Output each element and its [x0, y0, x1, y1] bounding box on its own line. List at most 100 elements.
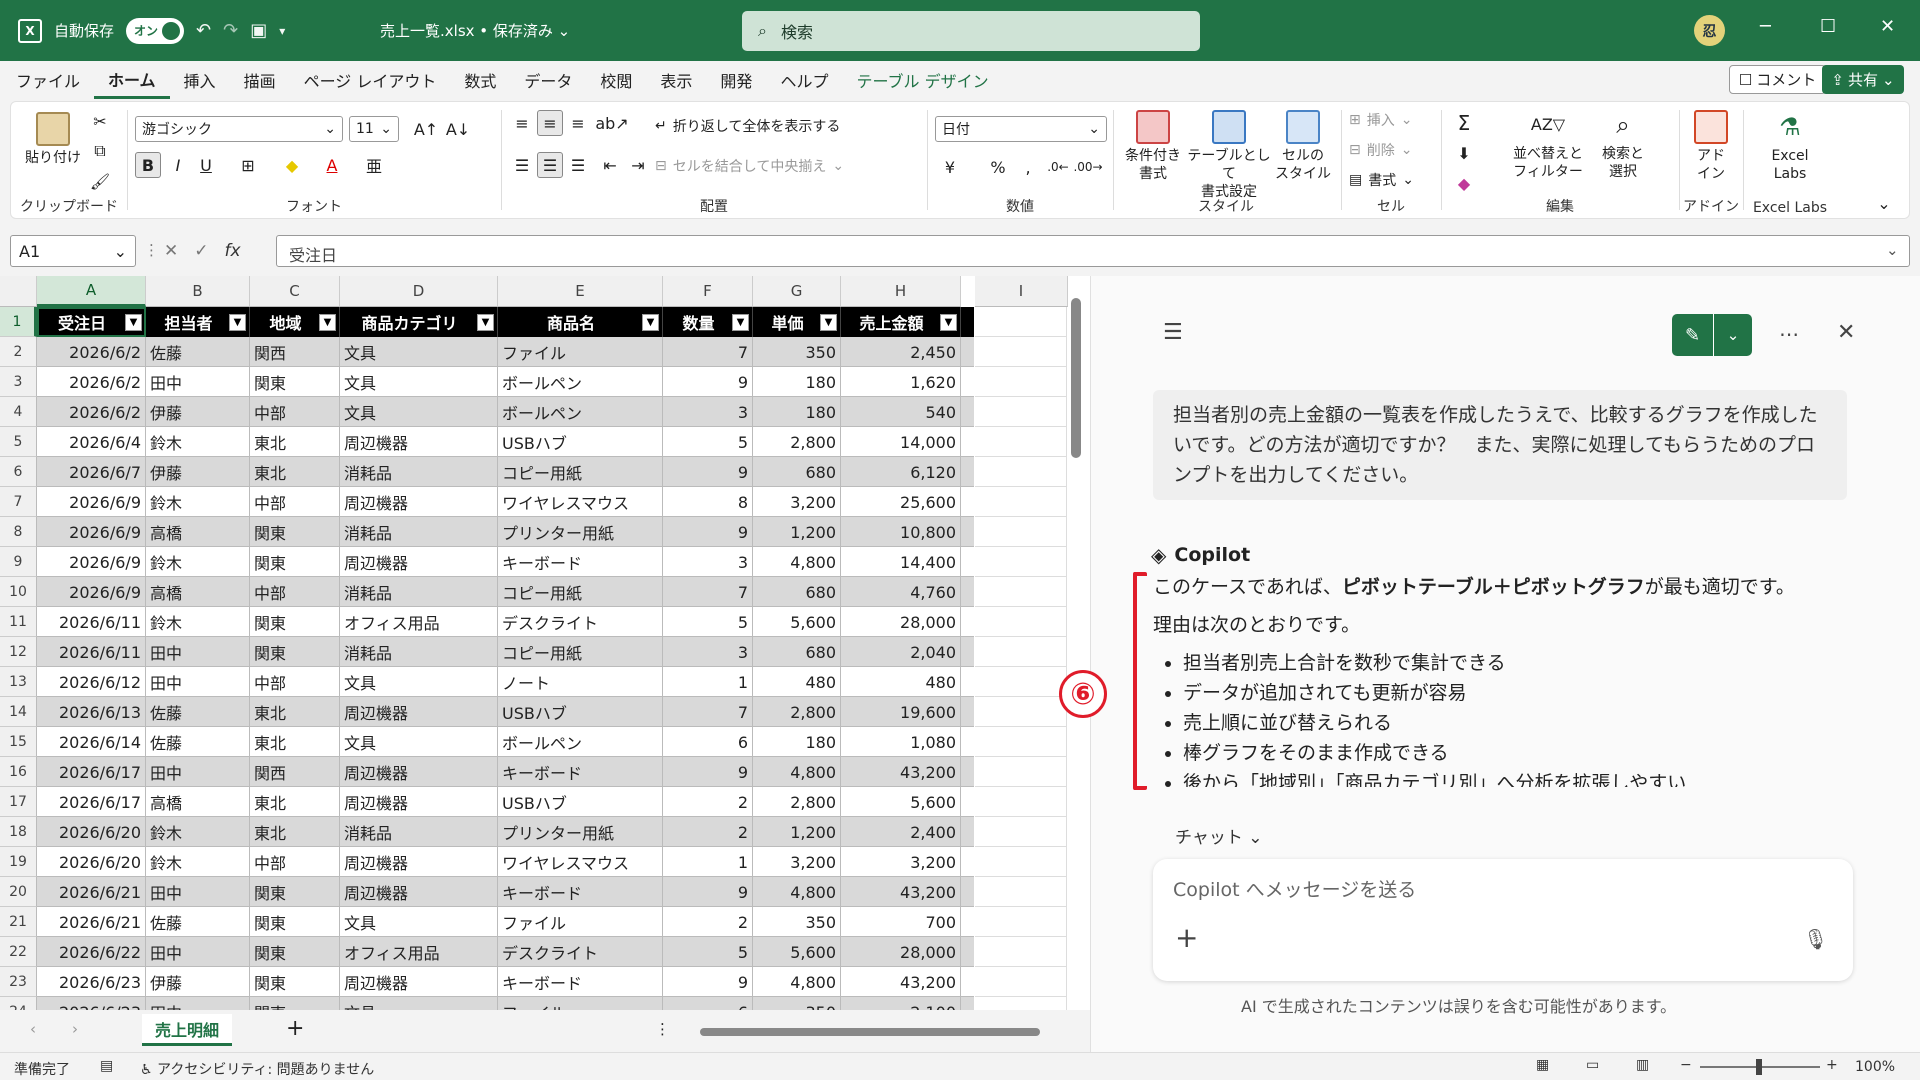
table-cell[interactable]: キーボード	[498, 967, 663, 997]
fill-icon[interactable]: ⬇	[1451, 140, 1477, 166]
table-cell[interactable]: 周辺機器	[340, 487, 498, 517]
filter-dropdown-icon[interactable]: ▼	[125, 314, 142, 331]
table-cell[interactable]: 佐藤	[146, 907, 250, 937]
table-cell[interactable]: 文具	[340, 727, 498, 757]
table-cell[interactable]: 高橋	[146, 787, 250, 817]
table-cell[interactable]: 350	[753, 337, 841, 367]
font-color-icon[interactable]: A	[319, 152, 345, 178]
table-cell[interactable]: 関東	[250, 367, 340, 397]
table-cell[interactable]: 中部	[250, 847, 340, 877]
ribbon-collapse-icon[interactable]: ⌄	[1871, 190, 1897, 216]
table-cell[interactable]: 350	[753, 997, 841, 1010]
table-cell[interactable]	[975, 337, 1067, 367]
table-cell[interactable]: 3,200	[753, 487, 841, 517]
table-cell[interactable]: 関東	[250, 877, 340, 907]
tab-11[interactable]: テーブル デザイン	[842, 61, 1002, 99]
table-cell[interactable]: 2,800	[753, 697, 841, 727]
decrease-decimal-icon[interactable]: .00→	[1073, 154, 1102, 180]
table-cell[interactable]: 田中	[146, 997, 250, 1010]
filter-dropdown-icon[interactable]: ▼	[732, 314, 749, 331]
zoom-level[interactable]: 100%	[1855, 1059, 1895, 1075]
column-header-C[interactable]: C	[250, 276, 340, 307]
row-header[interactable]: 12	[0, 637, 37, 667]
table-cell[interactable]	[975, 757, 1067, 787]
table-cell[interactable]: 東北	[250, 727, 340, 757]
table-cell[interactable]	[975, 727, 1067, 757]
table-cell[interactable]: 消耗品	[340, 817, 498, 847]
align-left-icon[interactable]: ☰	[509, 152, 535, 178]
table-cell[interactable]: ファイル	[498, 997, 663, 1010]
phonetic-icon[interactable]: 亜	[361, 152, 387, 178]
table-cell[interactable]: 鈴木	[146, 547, 250, 577]
table-cell[interactable]: 5,600	[753, 937, 841, 967]
enter-icon[interactable]: ✓	[194, 241, 208, 261]
table-cell[interactable]: 文具	[340, 907, 498, 937]
row-header[interactable]: 18	[0, 817, 37, 847]
close-icon[interactable]: ✕	[1880, 16, 1895, 37]
table-cell[interactable]: 田中	[146, 937, 250, 967]
form-icon[interactable]: ▣	[250, 20, 267, 41]
table-cell[interactable]: 1,080	[841, 727, 961, 757]
table-cell[interactable]: コピー用紙	[498, 637, 663, 667]
table-cell[interactable]: 周辺機器	[340, 427, 498, 457]
table-cell[interactable]: 文具	[340, 397, 498, 427]
table-cell[interactable]: 2026/6/14	[37, 727, 146, 757]
tab-9[interactable]: 開発	[706, 61, 766, 99]
table-cell[interactable]: 関東	[250, 937, 340, 967]
tab-1[interactable]: ホーム	[94, 61, 170, 99]
table-cell[interactable]: 文具	[340, 667, 498, 697]
table-cell[interactable]: コピー用紙	[498, 457, 663, 487]
table-cell[interactable]: 東北	[250, 787, 340, 817]
row-header[interactable]: 6	[0, 457, 37, 487]
table-cell[interactable]: 14,400	[841, 547, 961, 577]
table-cell[interactable]: 9	[663, 757, 753, 787]
delete-cells-button[interactable]: ⊟ 削除 ⌄	[1349, 140, 1412, 160]
cell-styles-button[interactable]: セルの スタイル	[1271, 110, 1335, 183]
conditional-format-button[interactable]: 条件付き 書式	[1121, 110, 1185, 183]
table-cell[interactable]	[975, 667, 1067, 697]
row-header[interactable]: 3	[0, 367, 37, 397]
table-header-cell[interactable]: 単価 ▼	[753, 307, 841, 337]
table-cell[interactable]: プリンター用紙	[498, 817, 663, 847]
table-cell[interactable]	[975, 547, 1067, 577]
column-header-A[interactable]: A	[37, 276, 146, 307]
table-cell[interactable]: 消耗品	[340, 457, 498, 487]
table-cell[interactable]: 4,800	[753, 877, 841, 907]
table-header-cell[interactable]: 数量 ▼	[663, 307, 753, 337]
table-cell[interactable]: 2	[663, 907, 753, 937]
table-cell[interactable]: 1	[663, 667, 753, 697]
bold-button[interactable]: B	[135, 152, 161, 178]
filter-dropdown-icon[interactable]: ▼	[319, 314, 336, 331]
table-cell[interactable]: 8	[663, 487, 753, 517]
table-cell[interactable]: 28,000	[841, 937, 961, 967]
more-icon[interactable]: ⋮	[655, 1020, 670, 1038]
row-header[interactable]: 2	[0, 337, 37, 367]
table-cell[interactable]: 東北	[250, 697, 340, 727]
table-cell[interactable]	[975, 367, 1067, 397]
decrease-indent-icon[interactable]: ⇤	[597, 152, 623, 178]
fill-color-icon[interactable]: ◆	[279, 152, 305, 178]
table-cell[interactable]: 鈴木	[146, 487, 250, 517]
row-header[interactable]: 4	[0, 397, 37, 427]
zoom-in-icon[interactable]: +	[1826, 1057, 1838, 1073]
table-cell[interactable]: ファイル	[498, 337, 663, 367]
column-header-F[interactable]: F	[663, 276, 753, 307]
align-top-icon[interactable]: ≡	[509, 110, 535, 136]
table-cell[interactable]: 180	[753, 367, 841, 397]
decrease-font-icon[interactable]: A↓	[445, 116, 471, 142]
row-header[interactable]: 9	[0, 547, 37, 577]
table-cell[interactable]: 9	[663, 517, 753, 547]
table-cell[interactable]: 3	[663, 637, 753, 667]
filter-dropdown-icon[interactable]: ▼	[940, 314, 957, 331]
table-cell[interactable]: 9	[663, 877, 753, 907]
select-all-corner[interactable]	[0, 276, 37, 307]
next-sheet-icon[interactable]: ›	[72, 1020, 78, 1038]
clear-icon[interactable]: ◆	[1451, 170, 1477, 196]
table-cell[interactable]: 19,600	[841, 697, 961, 727]
tab-0[interactable]: ファイル	[2, 61, 94, 99]
table-cell[interactable]: 関東	[250, 517, 340, 547]
redo-icon[interactable]: ↷	[223, 20, 238, 41]
table-cell[interactable]: USBハブ	[498, 787, 663, 817]
cut-icon[interactable]: ✂	[87, 108, 113, 134]
table-cell[interactable]: 25,600	[841, 487, 961, 517]
